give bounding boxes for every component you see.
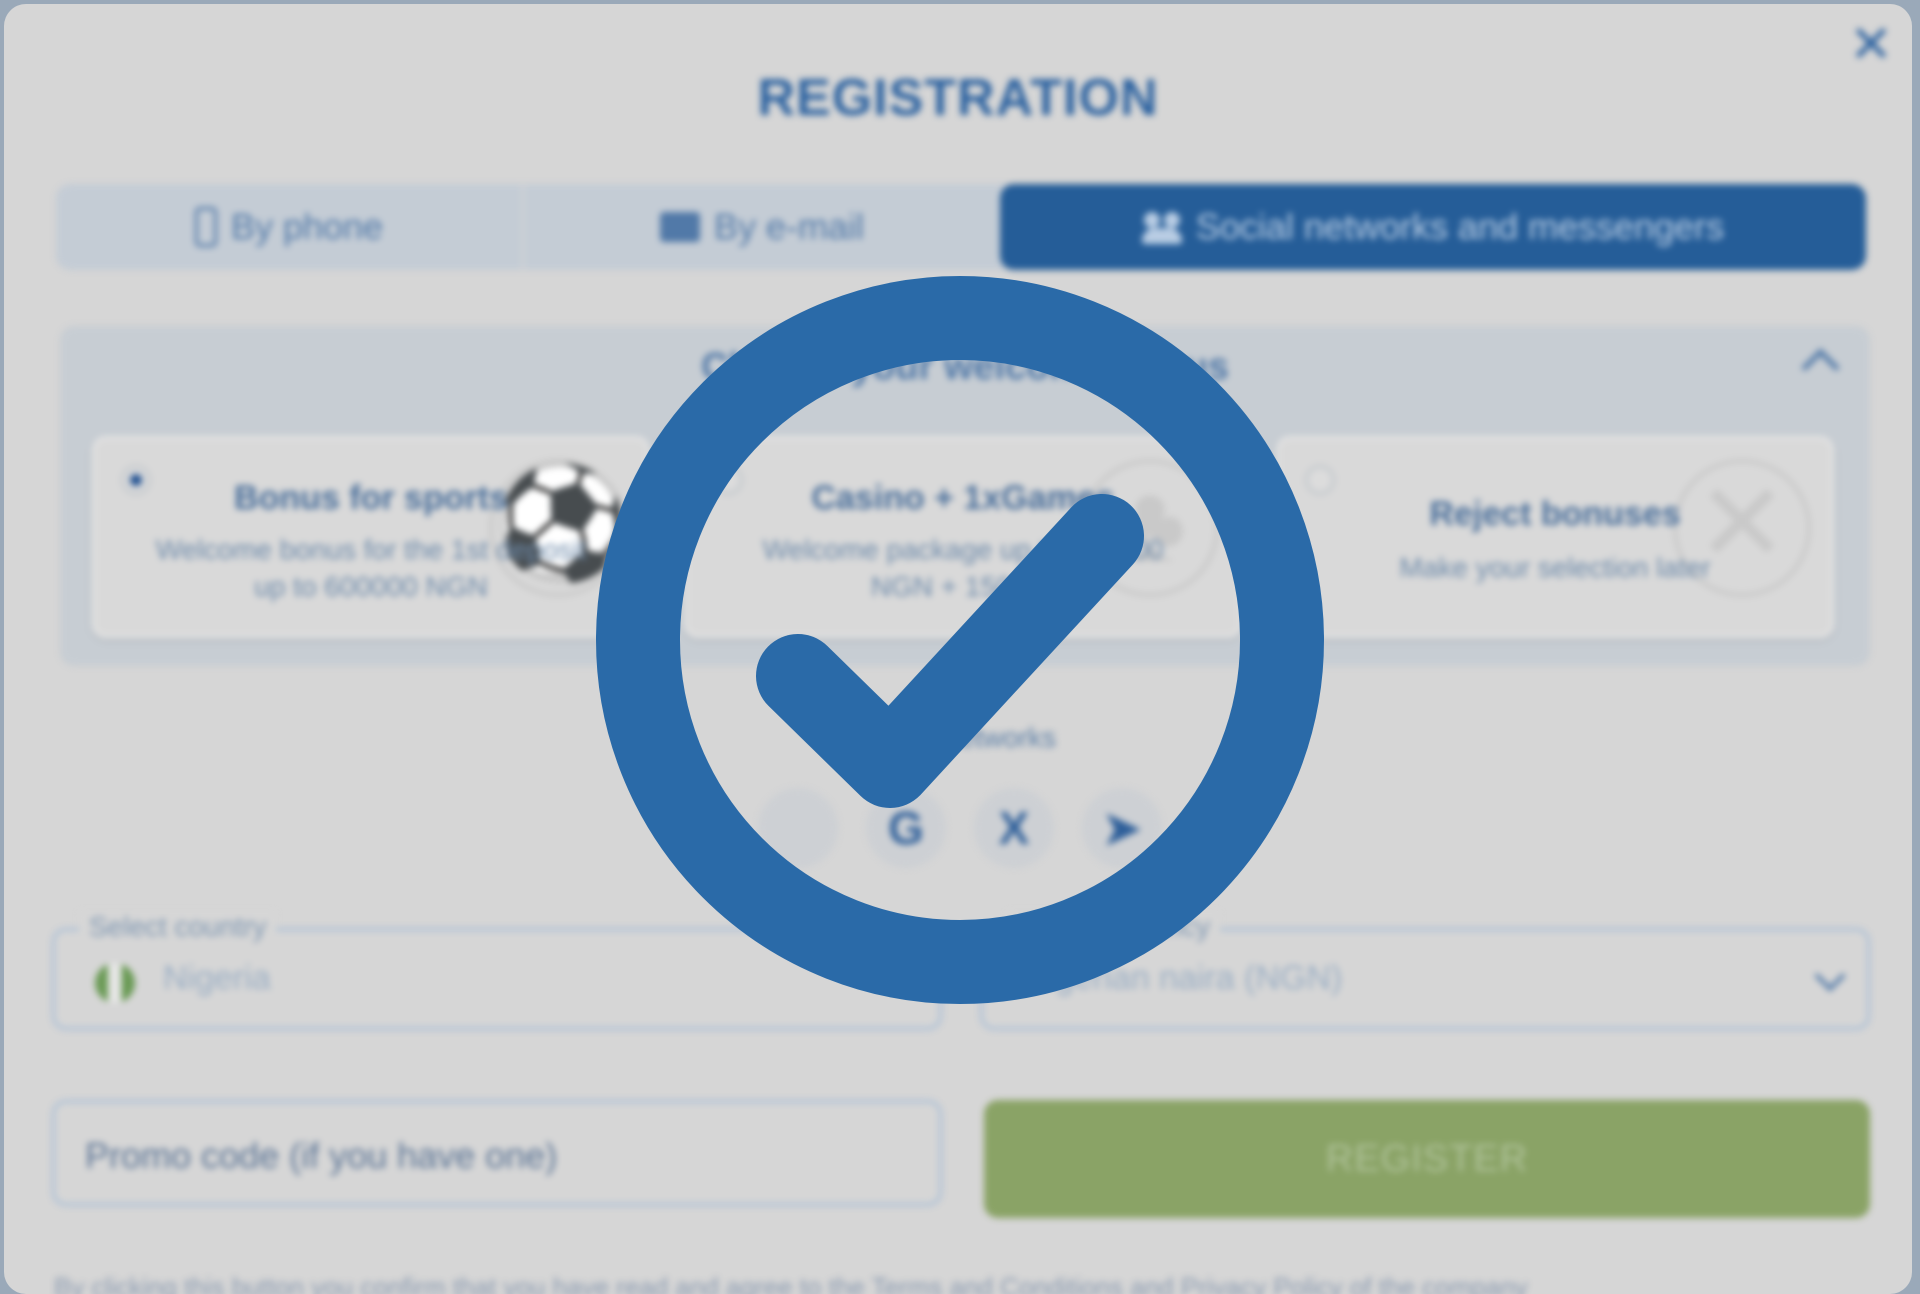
nigeria-flag-icon	[95, 963, 135, 1003]
tab-label: By phone	[230, 206, 384, 247]
success-check-icon	[596, 276, 1324, 1004]
bonus-card-desc: Make your selection later	[1399, 552, 1711, 583]
close-icon[interactable]: ✕	[1848, 19, 1894, 71]
promo-code-input[interactable]: Promo code (if you have one)	[52, 1100, 942, 1206]
chevron-down-icon	[1814, 960, 1846, 992]
mail-icon	[659, 212, 700, 242]
bonus-card-sports[interactable]: ⚽ Bonus for sports Welcome bonus for the…	[92, 436, 650, 638]
bonus-card-desc: Welcome bonus for the 1st deposit up to …	[155, 534, 587, 602]
registration-method-tabs: By phone By e-mail Social networks and m…	[56, 184, 1866, 270]
promo-code-placeholder: Promo code (if you have one)	[85, 1135, 558, 1176]
bonus-card-title: Bonus for sports	[234, 479, 508, 517]
tab-by-email[interactable]: By e-mail	[524, 184, 1000, 270]
bonus-card-title: Reject bonuses	[1429, 495, 1681, 533]
country-label: Select country	[79, 911, 277, 943]
register-button[interactable]: REGISTER	[984, 1100, 1870, 1218]
country-value: Nigeria	[163, 959, 271, 997]
tab-label: By e-mail	[713, 206, 865, 247]
phone-icon	[194, 207, 217, 247]
bonus-card-reject[interactable]: ✕ Reject bonuses Make your selection lat…	[1276, 436, 1834, 638]
tab-by-phone[interactable]: By phone	[56, 184, 524, 270]
people-icon	[1141, 210, 1182, 244]
dialog-title: REGISTRATION	[757, 69, 1159, 127]
tab-label: Social networks and messengers	[1195, 206, 1725, 247]
tab-social-networks[interactable]: Social networks and messengers	[1000, 184, 1866, 270]
terms-text: By clicking this button you confirm that…	[54, 1272, 1528, 1294]
